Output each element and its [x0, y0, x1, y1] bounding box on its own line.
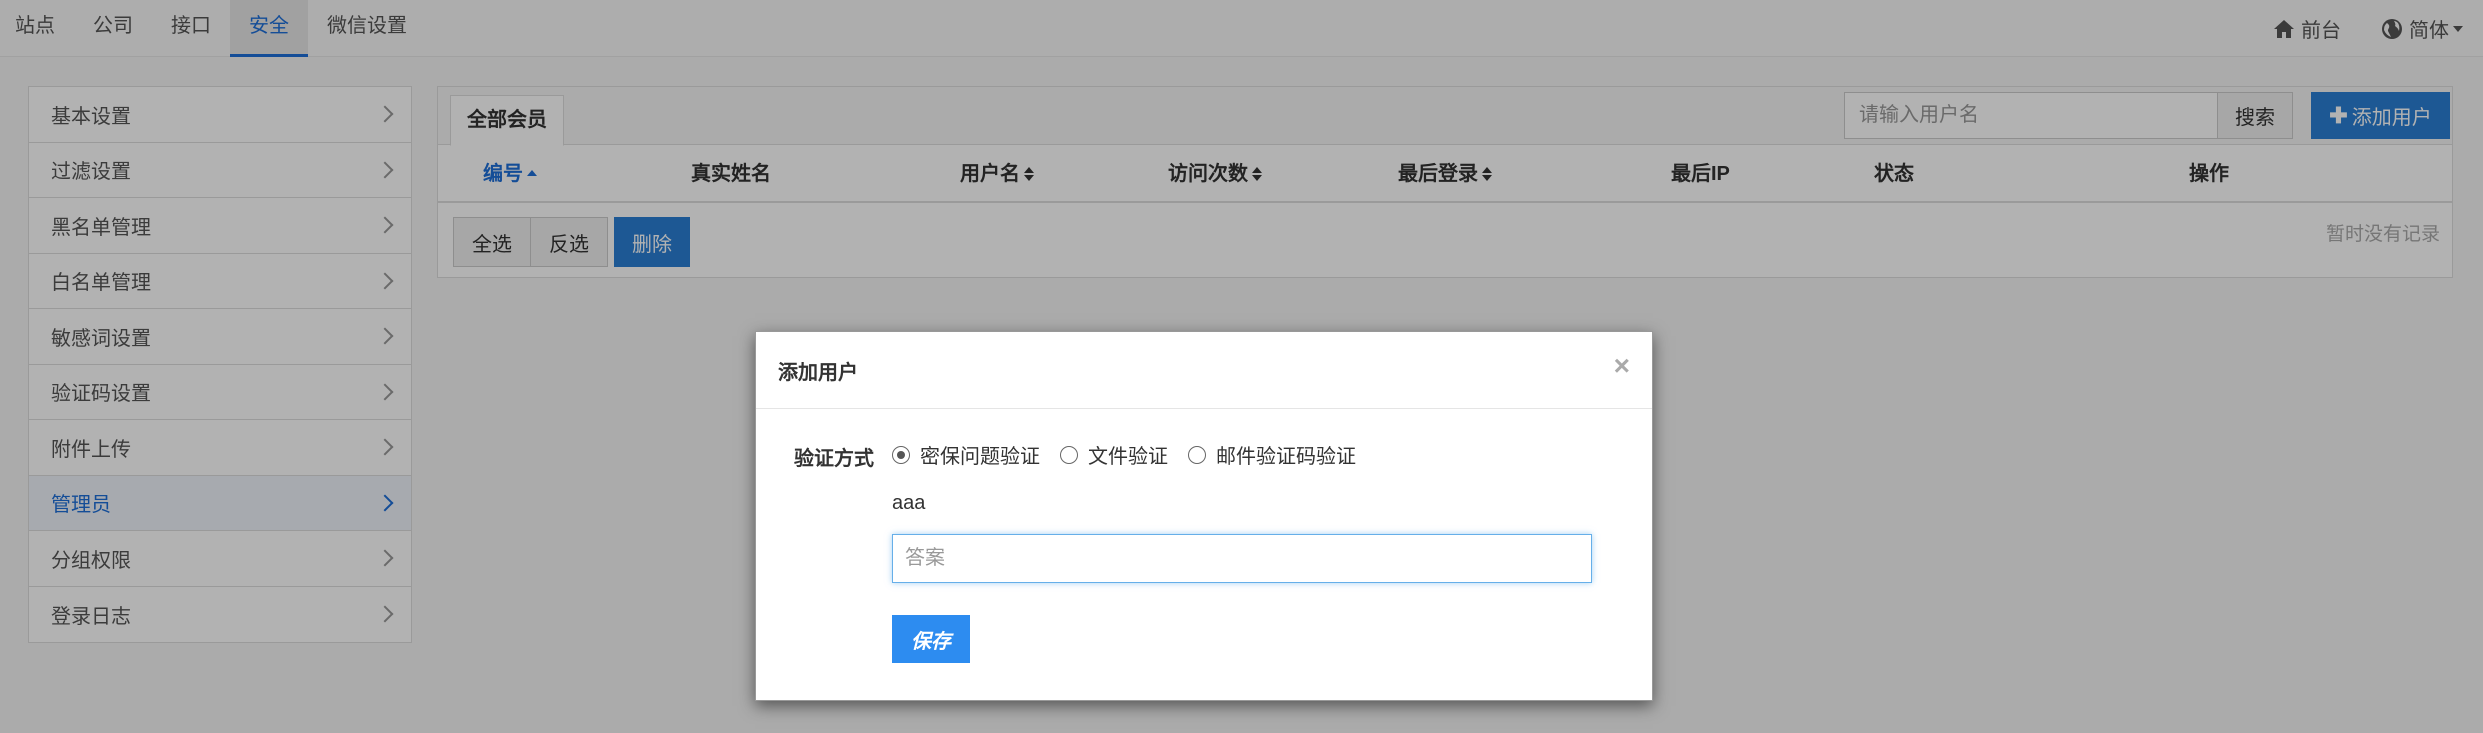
verify-method-radios: 密保问题验证 文件验证 邮件验证码验证	[892, 440, 1376, 469]
modal-header: 添加用户 ×	[756, 332, 1652, 409]
close-icon[interactable]: ×	[1614, 350, 1630, 382]
radio-email-verify[interactable]: 邮件验证码验证	[1188, 440, 1356, 469]
radio-unchecked-icon	[1060, 445, 1078, 464]
add-user-modal: 添加用户 × 验证方式 密保问题验证 文件验证 邮件验证码验证 aaa 保存	[755, 331, 1653, 701]
security-question-text: aaa	[892, 492, 926, 514]
radio-checked-icon	[892, 445, 910, 464]
radio-file-verify[interactable]: 文件验证	[1060, 440, 1168, 469]
radio-security-question[interactable]: 密保问题验证	[892, 440, 1040, 469]
verify-method-label: 验证方式	[794, 448, 874, 470]
save-button[interactable]: 保存	[892, 615, 970, 663]
answer-input[interactable]	[892, 534, 1592, 583]
radio-unchecked-icon	[1188, 445, 1206, 464]
modal-title: 添加用户	[778, 362, 858, 384]
